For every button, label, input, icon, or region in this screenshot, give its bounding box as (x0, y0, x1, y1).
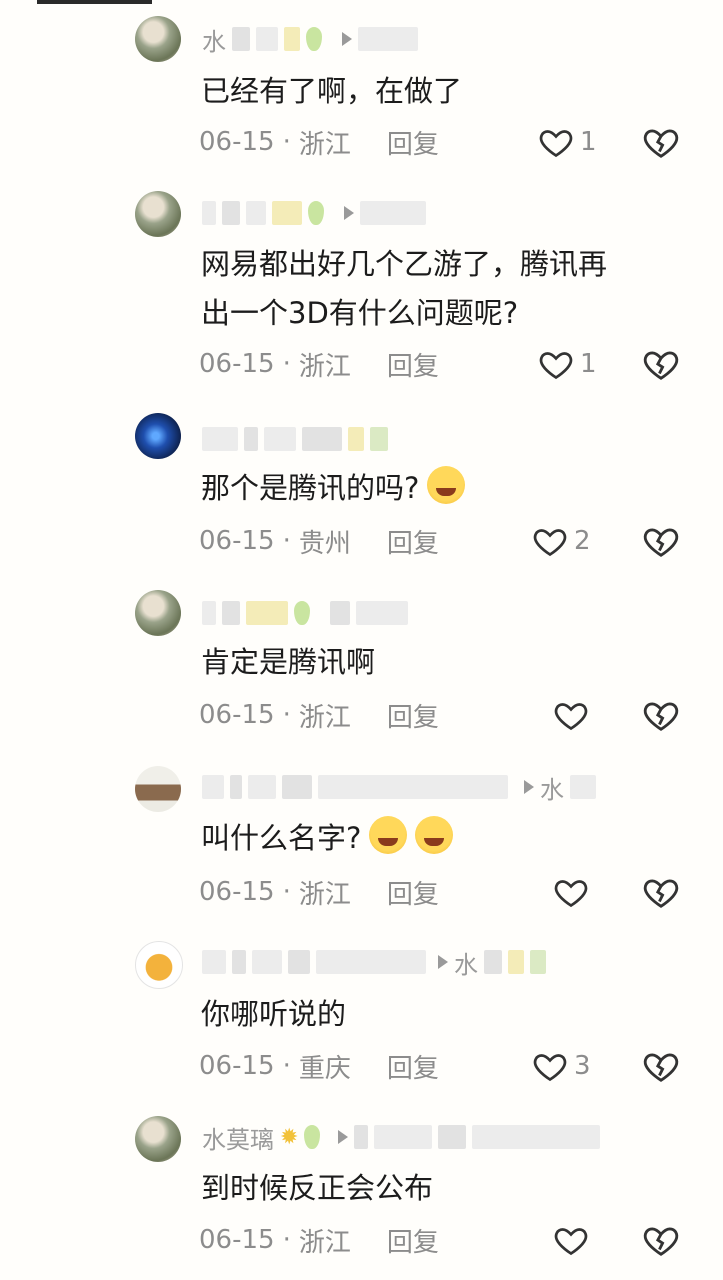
broken-heart-icon[interactable] (642, 345, 680, 383)
username-row[interactable]: 水 (202, 22, 418, 57)
username-row[interactable] (202, 598, 408, 628)
reply-button[interactable]: 回复 (387, 1222, 439, 1259)
comment-meta: 06-15 · 重庆 回复 (199, 1048, 439, 1084)
reply-button[interactable]: 回复 (387, 523, 439, 560)
pear-emoji-icon (304, 1125, 321, 1149)
like-count: 1 (580, 349, 597, 379)
starstruck-emoji-icon (427, 466, 466, 504)
comment-text-line: 网易都出好几个乙游了，腾讯再 (201, 247, 608, 281)
comment-meta: 06-15 · 浙江 回复 (199, 697, 439, 733)
status-bar-fragment (37, 0, 152, 4)
comment-meta: 06-15 · 浙江 回复 (199, 874, 439, 910)
reply-arrow-icon (524, 780, 534, 794)
heart-icon (554, 703, 588, 731)
username-row[interactable]: 水 (202, 770, 596, 805)
pear-emoji-icon (308, 201, 324, 225)
comment-text: 叫什么名字? (201, 816, 454, 859)
reply-button[interactable]: 回复 (387, 124, 439, 161)
broken-heart-icon[interactable] (642, 873, 680, 911)
comment-text: 肯定是腾讯啊 (201, 645, 376, 679)
avatar[interactable] (135, 1116, 181, 1162)
heart-icon (533, 1054, 567, 1082)
broken-heart-icon[interactable] (642, 123, 680, 161)
like-count: 1 (580, 127, 597, 157)
comment-text: 已经有了啊，在做了 (201, 74, 463, 108)
reply-target-username[interactable]: 水 (454, 945, 478, 980)
like-button[interactable]: 3 (532, 1046, 591, 1086)
broken-heart-icon[interactable] (642, 522, 680, 560)
broken-heart-icon[interactable] (642, 696, 680, 734)
sun-emoji-icon: ✹ (280, 1124, 299, 1150)
avatar[interactable] (135, 191, 181, 237)
reply-button[interactable]: 回复 (387, 346, 439, 383)
avatar[interactable] (135, 413, 181, 459)
comment-date: 06-15 (199, 526, 275, 556)
comment-meta: 06-15 · 浙江 回复 (199, 124, 439, 160)
comment-location: 贵州 (298, 528, 351, 559)
like-button[interactable] (553, 695, 589, 735)
like-button[interactable] (553, 872, 589, 912)
like-button[interactable] (553, 1220, 589, 1260)
heart-icon (554, 1228, 588, 1256)
username-row[interactable] (202, 424, 388, 454)
avatar[interactable] (135, 590, 181, 636)
grinning-emoji-icon (369, 816, 408, 854)
comment-location: 浙江 (298, 879, 351, 910)
comment-text: 到时候反正会公布 (201, 1171, 434, 1205)
reply-arrow-icon (342, 32, 352, 46)
username-row[interactable] (202, 198, 426, 228)
like-button[interactable]: 1 (538, 344, 597, 384)
heart-icon (533, 529, 567, 557)
reply-arrow-icon (344, 206, 354, 220)
comment-location: 浙江 (298, 129, 351, 160)
heart-icon (539, 130, 573, 158)
reply-target-username[interactable]: 水 (540, 770, 564, 805)
heart-icon (539, 352, 573, 380)
like-count: 2 (574, 526, 591, 556)
reply-button[interactable]: 回复 (387, 697, 439, 734)
reply-button[interactable]: 回复 (387, 1048, 439, 1085)
comment-location: 重庆 (298, 1053, 351, 1084)
comment-meta: 06-15 · 浙江 回复 (199, 346, 439, 382)
username-row[interactable]: 水莫璃 ✹ (202, 1120, 601, 1155)
pear-emoji-icon (306, 27, 322, 51)
avatar[interactable] (135, 16, 181, 62)
like-button[interactable]: 2 (532, 521, 591, 561)
comment-date: 06-15 (199, 700, 275, 730)
grinning-emoji-icon (415, 816, 454, 854)
reply-button[interactable]: 回复 (387, 874, 439, 911)
avatar[interactable] (135, 766, 181, 812)
comment-date: 06-15 (199, 877, 275, 907)
username[interactable]: 水 (202, 22, 226, 57)
comment-date: 06-15 (199, 349, 275, 379)
reply-arrow-icon (338, 1130, 349, 1144)
heart-icon (554, 880, 588, 908)
comment-location: 浙江 (298, 702, 351, 733)
comment-date: 06-15 (199, 127, 275, 157)
comment-date: 06-15 (199, 1225, 275, 1255)
comment-text-line: 出一个3D有什么问题呢? (201, 296, 519, 330)
reply-arrow-icon (438, 955, 448, 969)
comment-location: 浙江 (298, 351, 351, 382)
pear-emoji-icon (294, 601, 310, 625)
comment-location: 浙江 (298, 1227, 351, 1258)
comment-date: 06-15 (199, 1051, 275, 1081)
comment-text: 那个是腾讯的吗? (201, 466, 466, 509)
comment-meta: 06-15 · 贵州 回复 (199, 523, 439, 559)
broken-heart-icon[interactable] (642, 1221, 680, 1259)
username-row[interactable]: 水 (202, 945, 546, 980)
comment-meta: 06-15 · 浙江 回复 (199, 1222, 439, 1258)
username[interactable]: 水莫璃 (202, 1120, 274, 1155)
broken-heart-icon[interactable] (642, 1047, 680, 1085)
like-button[interactable]: 1 (538, 122, 597, 162)
like-count: 3 (574, 1051, 591, 1081)
avatar[interactable] (135, 941, 183, 989)
comment-text: 你哪听说的 (201, 997, 347, 1031)
